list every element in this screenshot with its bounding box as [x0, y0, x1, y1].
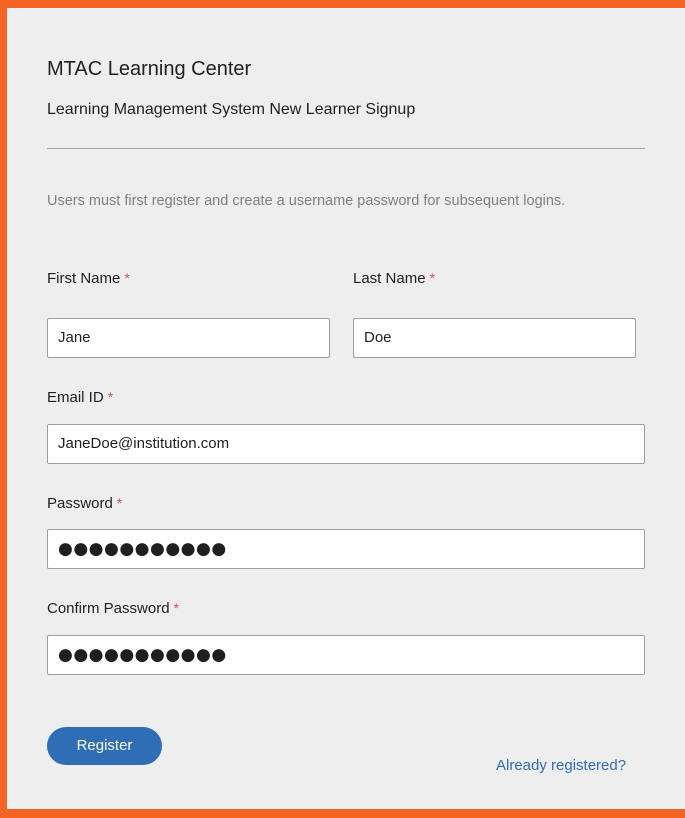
last-name-label-text: Last Name: [353, 270, 426, 287]
confirm-password-input[interactable]: ●●●●●●●●●●●: [47, 635, 645, 675]
confirm-password-masked-value: ●●●●●●●●●●●: [58, 645, 227, 665]
last-name-value: Doe: [364, 329, 392, 346]
register-button[interactable]: Register: [47, 727, 162, 765]
already-registered-link[interactable]: Already registered?: [496, 757, 626, 774]
confirm-password-label-text: Confirm Password: [47, 600, 170, 617]
password-masked-value: ●●●●●●●●●●●: [58, 539, 227, 559]
first-name-input[interactable]: Jane: [47, 318, 330, 358]
page-subtitle: Learning Management System New Learner S…: [47, 101, 416, 118]
registration-notice: Users must first register and create a u…: [47, 193, 566, 209]
required-marker: *: [173, 600, 179, 616]
required-marker: *: [107, 389, 114, 405]
first-name-label-text: First Name: [47, 270, 121, 287]
first-name-value: Jane: [58, 329, 91, 346]
password-label: Password *: [47, 495, 122, 512]
last-name-input[interactable]: Doe: [353, 318, 636, 358]
required-marker: *: [124, 270, 130, 286]
email-input[interactable]: JaneDoe@institution.com: [47, 424, 645, 464]
signup-panel: [0, 0, 685, 818]
password-input[interactable]: ●●●●●●●●●●●: [47, 529, 645, 569]
confirm-password-label: Confirm Password *: [47, 600, 179, 617]
email-value: JaneDoe@institution.com: [58, 435, 230, 452]
required-marker: *: [429, 270, 435, 286]
email-label-text: Email ID: [47, 389, 104, 406]
required-marker: *: [116, 495, 123, 511]
page-title: MTAC Learning Center: [47, 58, 252, 80]
divider: [47, 148, 645, 149]
password-label-text: Password: [47, 495, 113, 512]
first-name-label: First Name *: [47, 270, 130, 287]
last-name-label: Last Name *: [353, 270, 435, 287]
email-label: Email ID *: [47, 389, 113, 406]
